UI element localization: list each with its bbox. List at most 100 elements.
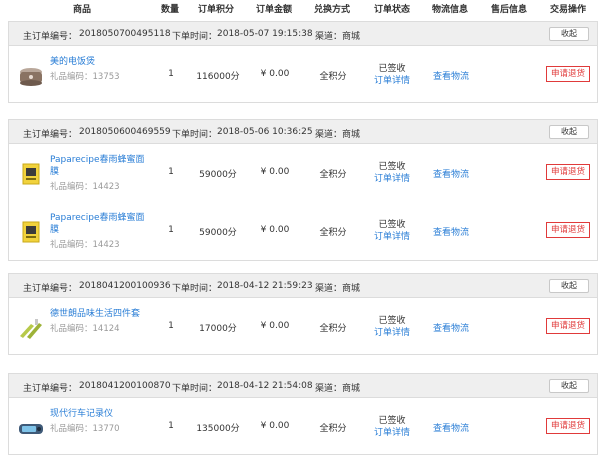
item-status: 已签收 订单详情 — [373, 64, 411, 87]
order-item-row: Paparecipe春雨蜂蜜面膜 礼品编码：14423 1 59000分 ¥ 0… — [9, 202, 597, 260]
item-points: 116000分 — [196, 72, 240, 82]
refund-button[interactable]: 申请退货 — [546, 418, 590, 434]
product-code: 礼品编码：14423 — [50, 182, 120, 192]
item-method: 全积分 — [319, 424, 347, 434]
item-status: 已签收 订单详情 — [373, 416, 411, 439]
order-time: 2018-05-07 19:15:38 — [217, 29, 313, 39]
item-points: 17000分 — [199, 324, 237, 334]
order-detail-link[interactable]: 订单详情 — [374, 427, 410, 439]
item-status: 已签收 订单详情 — [373, 162, 411, 185]
item-amount: ¥ 0.00 — [260, 321, 290, 331]
product-code: 礼品编码：14124 — [50, 324, 120, 334]
channel-label: 渠道： — [315, 384, 343, 394]
order-item-row: 现代行车记录仪 礼品编码：13770 1 135000分 ¥ 0.00 全积分 … — [9, 398, 597, 454]
order-number: 2018041200100936 — [79, 281, 171, 291]
item-quantity: 1 — [168, 421, 174, 431]
order-number: 2018050600469559 — [79, 127, 171, 137]
channel-label: 渠道： — [315, 130, 343, 140]
product-code: 礼品编码：14423 — [50, 240, 120, 250]
item-amount: ¥ 0.00 — [260, 69, 290, 79]
item-quantity: 1 — [168, 69, 174, 79]
order-header: 主订单编号： 2018041200100936 下单时间： 2018-04-12… — [9, 274, 597, 298]
column-header-product: 商品 — [72, 5, 92, 15]
order-time: 2018-04-12 21:59:23 — [217, 281, 313, 291]
collapse-button[interactable]: 收起 — [549, 125, 589, 139]
column-header-status: 订单状态 — [373, 5, 411, 15]
item-method: 全积分 — [319, 324, 347, 334]
product-code: 礼品编码：13753 — [50, 72, 120, 82]
order-item-row: 美的电饭煲 礼品编码：13753 1 116000分 ¥ 0.00 全积分 已签… — [9, 46, 597, 102]
order-header: 主订单编号： 2018041200100870 下单时间： 2018-04-12… — [9, 374, 597, 398]
item-quantity: 1 — [168, 321, 174, 331]
refund-button[interactable]: 申请退货 — [546, 164, 590, 180]
channel-value: 商城 — [342, 284, 361, 294]
column-header-row: 商品 数量 订单积分 订单金额 兑换方式 订单状态 物流信息 售后信息 交易操作 — [0, 0, 600, 15]
order-number-label: 主订单编号： — [23, 130, 78, 140]
item-points: 59000分 — [199, 228, 237, 238]
refund-button[interactable]: 申请退货 — [546, 66, 590, 82]
refund-button[interactable]: 申请退货 — [546, 222, 590, 238]
order-number: 2018041200100870 — [79, 381, 171, 391]
order-card: 主订单编号： 2018041200100870 下单时间： 2018-04-12… — [8, 373, 598, 455]
item-quantity: 1 — [168, 225, 174, 235]
order-time-label: 下单时间： — [172, 384, 218, 394]
order-detail-link[interactable]: 订单详情 — [374, 231, 410, 243]
channel-label: 渠道： — [315, 32, 343, 42]
product-name-link[interactable]: Paparecipe春雨蜂蜜面膜 — [50, 212, 145, 236]
column-header-logistics: 物流信息 — [431, 5, 469, 15]
item-points: 135000分 — [196, 424, 240, 434]
face-mask-icon — [22, 221, 40, 243]
order-detail-link[interactable]: 订单详情 — [374, 327, 410, 339]
collapse-button[interactable]: 收起 — [549, 27, 589, 41]
order-time-label: 下单时间： — [172, 32, 218, 42]
item-method: 全积分 — [319, 72, 347, 82]
item-amount: ¥ 0.00 — [260, 225, 290, 235]
item-quantity: 1 — [168, 167, 174, 177]
column-header-quantity: 数量 — [160, 5, 180, 15]
collapse-button[interactable]: 收起 — [549, 279, 589, 293]
order-detail-link[interactable]: 订单详情 — [374, 75, 410, 87]
column-header-actions: 交易操作 — [549, 5, 587, 15]
item-amount: ¥ 0.00 — [260, 421, 290, 431]
item-method: 全积分 — [319, 228, 347, 238]
product-name-link[interactable]: 美的电饭煲 — [50, 56, 145, 68]
order-time: 2018-04-12 21:54:08 — [217, 381, 313, 391]
kitchen-set-icon — [20, 319, 42, 339]
channel-label: 渠道： — [315, 284, 343, 294]
column-header-amount: 订单金额 — [255, 5, 293, 15]
column-header-method: 兑换方式 — [313, 5, 351, 15]
view-logistics-link[interactable]: 查看物流 — [433, 421, 469, 434]
item-method: 全积分 — [319, 170, 347, 180]
view-logistics-link[interactable]: 查看物流 — [433, 167, 469, 180]
order-number-label: 主订单编号： — [23, 384, 78, 394]
view-logistics-link[interactable]: 查看物流 — [433, 69, 469, 82]
order-number-label: 主订单编号： — [23, 32, 78, 42]
order-detail-link[interactable]: 订单详情 — [374, 173, 410, 185]
order-item-row: 德世朗品味生活四件套 礼品编码：14124 1 17000分 ¥ 0.00 全积… — [9, 298, 597, 354]
collapse-button[interactable]: 收起 — [549, 379, 589, 393]
order-time: 2018-05-06 10:36:25 — [217, 127, 313, 137]
order-card: 主订单编号： 2018041200100936 下单时间： 2018-04-12… — [8, 273, 598, 355]
view-logistics-link[interactable]: 查看物流 — [433, 225, 469, 238]
channel-value: 商城 — [342, 130, 361, 140]
product-name-link[interactable]: Paparecipe春雨蜂蜜面膜 — [50, 154, 145, 178]
view-logistics-link[interactable]: 查看物流 — [433, 321, 469, 334]
order-time-label: 下单时间： — [172, 130, 218, 140]
channel-value: 商城 — [342, 384, 361, 394]
product-name-link[interactable]: 德世朗品味生活四件套 — [50, 308, 145, 320]
order-card: 主订单编号： 2018050600469559 下单时间： 2018-05-06… — [8, 119, 598, 261]
order-time-label: 下单时间： — [172, 284, 218, 294]
order-header: 主订单编号： 2018050600469559 下单时间： 2018-05-06… — [9, 120, 597, 144]
channel-value: 商城 — [342, 32, 361, 42]
face-mask-icon — [22, 163, 40, 185]
product-name-link[interactable]: 现代行车记录仪 — [50, 408, 145, 420]
item-status: 已签收 订单详情 — [373, 316, 411, 339]
item-amount: ¥ 0.00 — [260, 167, 290, 177]
order-header: 主订单编号： 2018050700495118 下单时间： 2018-05-07… — [9, 22, 597, 46]
order-card: 主订单编号： 2018050700495118 下单时间： 2018-05-07… — [8, 21, 598, 103]
refund-button[interactable]: 申请退货 — [546, 318, 590, 334]
order-number-label: 主订单编号： — [23, 284, 78, 294]
order-number: 2018050700495118 — [79, 29, 171, 39]
product-code: 礼品编码：13770 — [50, 424, 120, 434]
dashcam-icon — [19, 424, 43, 434]
